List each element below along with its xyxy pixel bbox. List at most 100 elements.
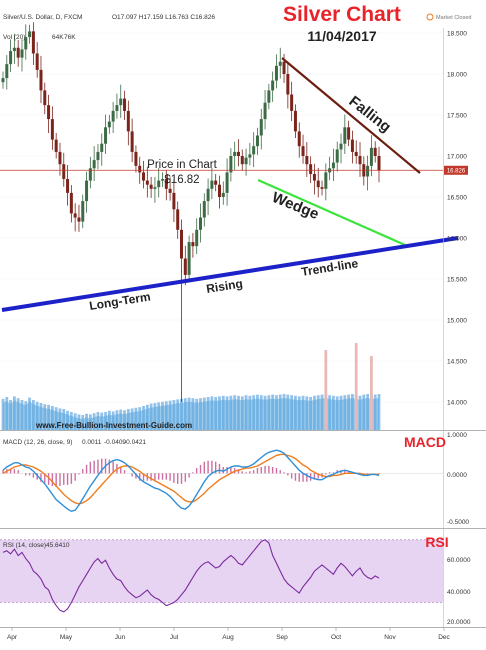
candle-body — [54, 139, 58, 152]
candle-body — [111, 110, 115, 122]
x-tick-label: Aug — [222, 634, 234, 641]
x-tick-label: Nov — [384, 634, 396, 641]
candle-body — [252, 146, 256, 155]
volume-value-2: 76K — [64, 34, 76, 41]
chart-title: Silver Chart — [283, 3, 401, 26]
rsi-tick-20: 20.0000 — [447, 619, 471, 626]
price-tick-label: 15.000 — [447, 318, 467, 325]
macd-tick-zero: 0.0000 — [447, 472, 467, 479]
candle-body — [157, 180, 161, 188]
candle-body — [305, 156, 309, 165]
candle-body — [145, 180, 149, 185]
candle-body — [104, 127, 108, 144]
candle-body — [119, 98, 123, 106]
candle-body — [100, 143, 104, 152]
x-tick-label: Apr — [7, 634, 18, 641]
candle-body — [233, 151, 237, 156]
candle-body — [126, 110, 130, 132]
macd-value-3: -0.0421 — [124, 439, 146, 446]
candle-body — [195, 229, 199, 247]
symbol-header: Silver/U.S. Dollar, D, FXCM — [3, 14, 82, 21]
candle-body — [138, 165, 142, 173]
price-tick-label: 18.500 — [447, 31, 467, 38]
candle-body — [69, 192, 73, 214]
candle-body — [217, 184, 221, 197]
candle-body — [50, 119, 54, 140]
candle-body — [172, 192, 176, 210]
candle-body — [47, 105, 51, 120]
candle-body — [274, 65, 278, 81]
candle-body — [31, 31, 35, 54]
ohlc-header: O17.097 H17.159 L16.763 C16.826 — [112, 14, 215, 21]
x-tick-label: Oct — [331, 634, 341, 641]
macd-value-1: 0.0011 — [82, 439, 102, 446]
candle-body — [309, 164, 313, 175]
price-in-chart-value: $16.82 — [164, 174, 199, 186]
candle-body — [255, 135, 259, 147]
watermark: www.Free-Bullion-Investment-Guide.com — [35, 421, 192, 430]
candle-body — [62, 164, 66, 179]
rsi-band — [0, 539, 443, 603]
candle-body — [339, 143, 343, 150]
candle-body — [301, 146, 305, 156]
price-tick-label: 14.000 — [447, 400, 467, 407]
candle-body — [324, 172, 328, 189]
price-tick-label: 16.500 — [447, 195, 467, 202]
candle-body — [335, 149, 339, 163]
candle-body — [123, 98, 127, 111]
candle-body — [206, 188, 210, 202]
rsi-series — [0, 539, 443, 613]
candle-body — [282, 61, 286, 74]
candle-body — [377, 156, 381, 171]
candle-body — [73, 213, 77, 218]
candle-body — [225, 172, 229, 193]
volume-value-1: 64K — [52, 34, 64, 41]
candle-body — [286, 74, 290, 95]
candle-body — [312, 174, 316, 181]
rsi-title: RSI — [425, 534, 448, 550]
x-tick-label: Sep — [276, 634, 288, 641]
candle-body — [39, 69, 43, 91]
candle-body — [130, 131, 134, 152]
candle-body — [267, 90, 271, 103]
rsi-value: 45.6410 — [46, 542, 70, 549]
candle-body — [244, 157, 248, 165]
candle-body — [149, 184, 153, 189]
candle-body — [9, 51, 13, 65]
candle-body — [180, 229, 184, 259]
x-axis: AprMayJunJulAugSepOctNovDec25 — [7, 627, 451, 641]
candle-body — [297, 131, 301, 147]
silver-chart: AprMayJunJulAugSepOctNovDec25 18.50018.0… — [0, 3, 486, 641]
candle-body — [358, 156, 362, 165]
candle-body — [240, 156, 244, 165]
price-tick-label: 17.500 — [447, 113, 467, 120]
x-tick-label: Jun — [115, 634, 126, 641]
candle-body — [28, 31, 32, 38]
candle-body — [369, 147, 373, 166]
price-tick-label: 14.500 — [447, 359, 467, 366]
candle-body — [187, 242, 191, 275]
candle-body — [176, 209, 180, 230]
candle-body — [35, 53, 39, 70]
candle-body — [183, 258, 187, 275]
volume-spike-bar — [370, 356, 373, 430]
candle-body — [202, 201, 206, 218]
x-tick-label: May — [60, 634, 73, 641]
price-tick-label: 15.500 — [447, 277, 467, 284]
candle-body — [354, 151, 358, 156]
candle-body — [350, 139, 354, 152]
current-price-tag-text: 16.826 — [447, 168, 466, 174]
rsi-header: RSI (14, close) — [3, 542, 46, 549]
candle-body — [115, 105, 119, 111]
candle-body — [236, 151, 240, 156]
macd-tick-bottom: -0.5000 — [447, 519, 469, 526]
macd-title: MACD — [404, 434, 446, 450]
price-tick-label: 18.000 — [447, 72, 467, 79]
candle-body — [248, 154, 252, 158]
candle-body — [293, 110, 297, 132]
candle-body — [259, 119, 263, 136]
candle-body — [16, 47, 20, 58]
candle-body — [142, 172, 146, 181]
candle-body — [290, 94, 294, 111]
candle-body — [20, 49, 24, 58]
